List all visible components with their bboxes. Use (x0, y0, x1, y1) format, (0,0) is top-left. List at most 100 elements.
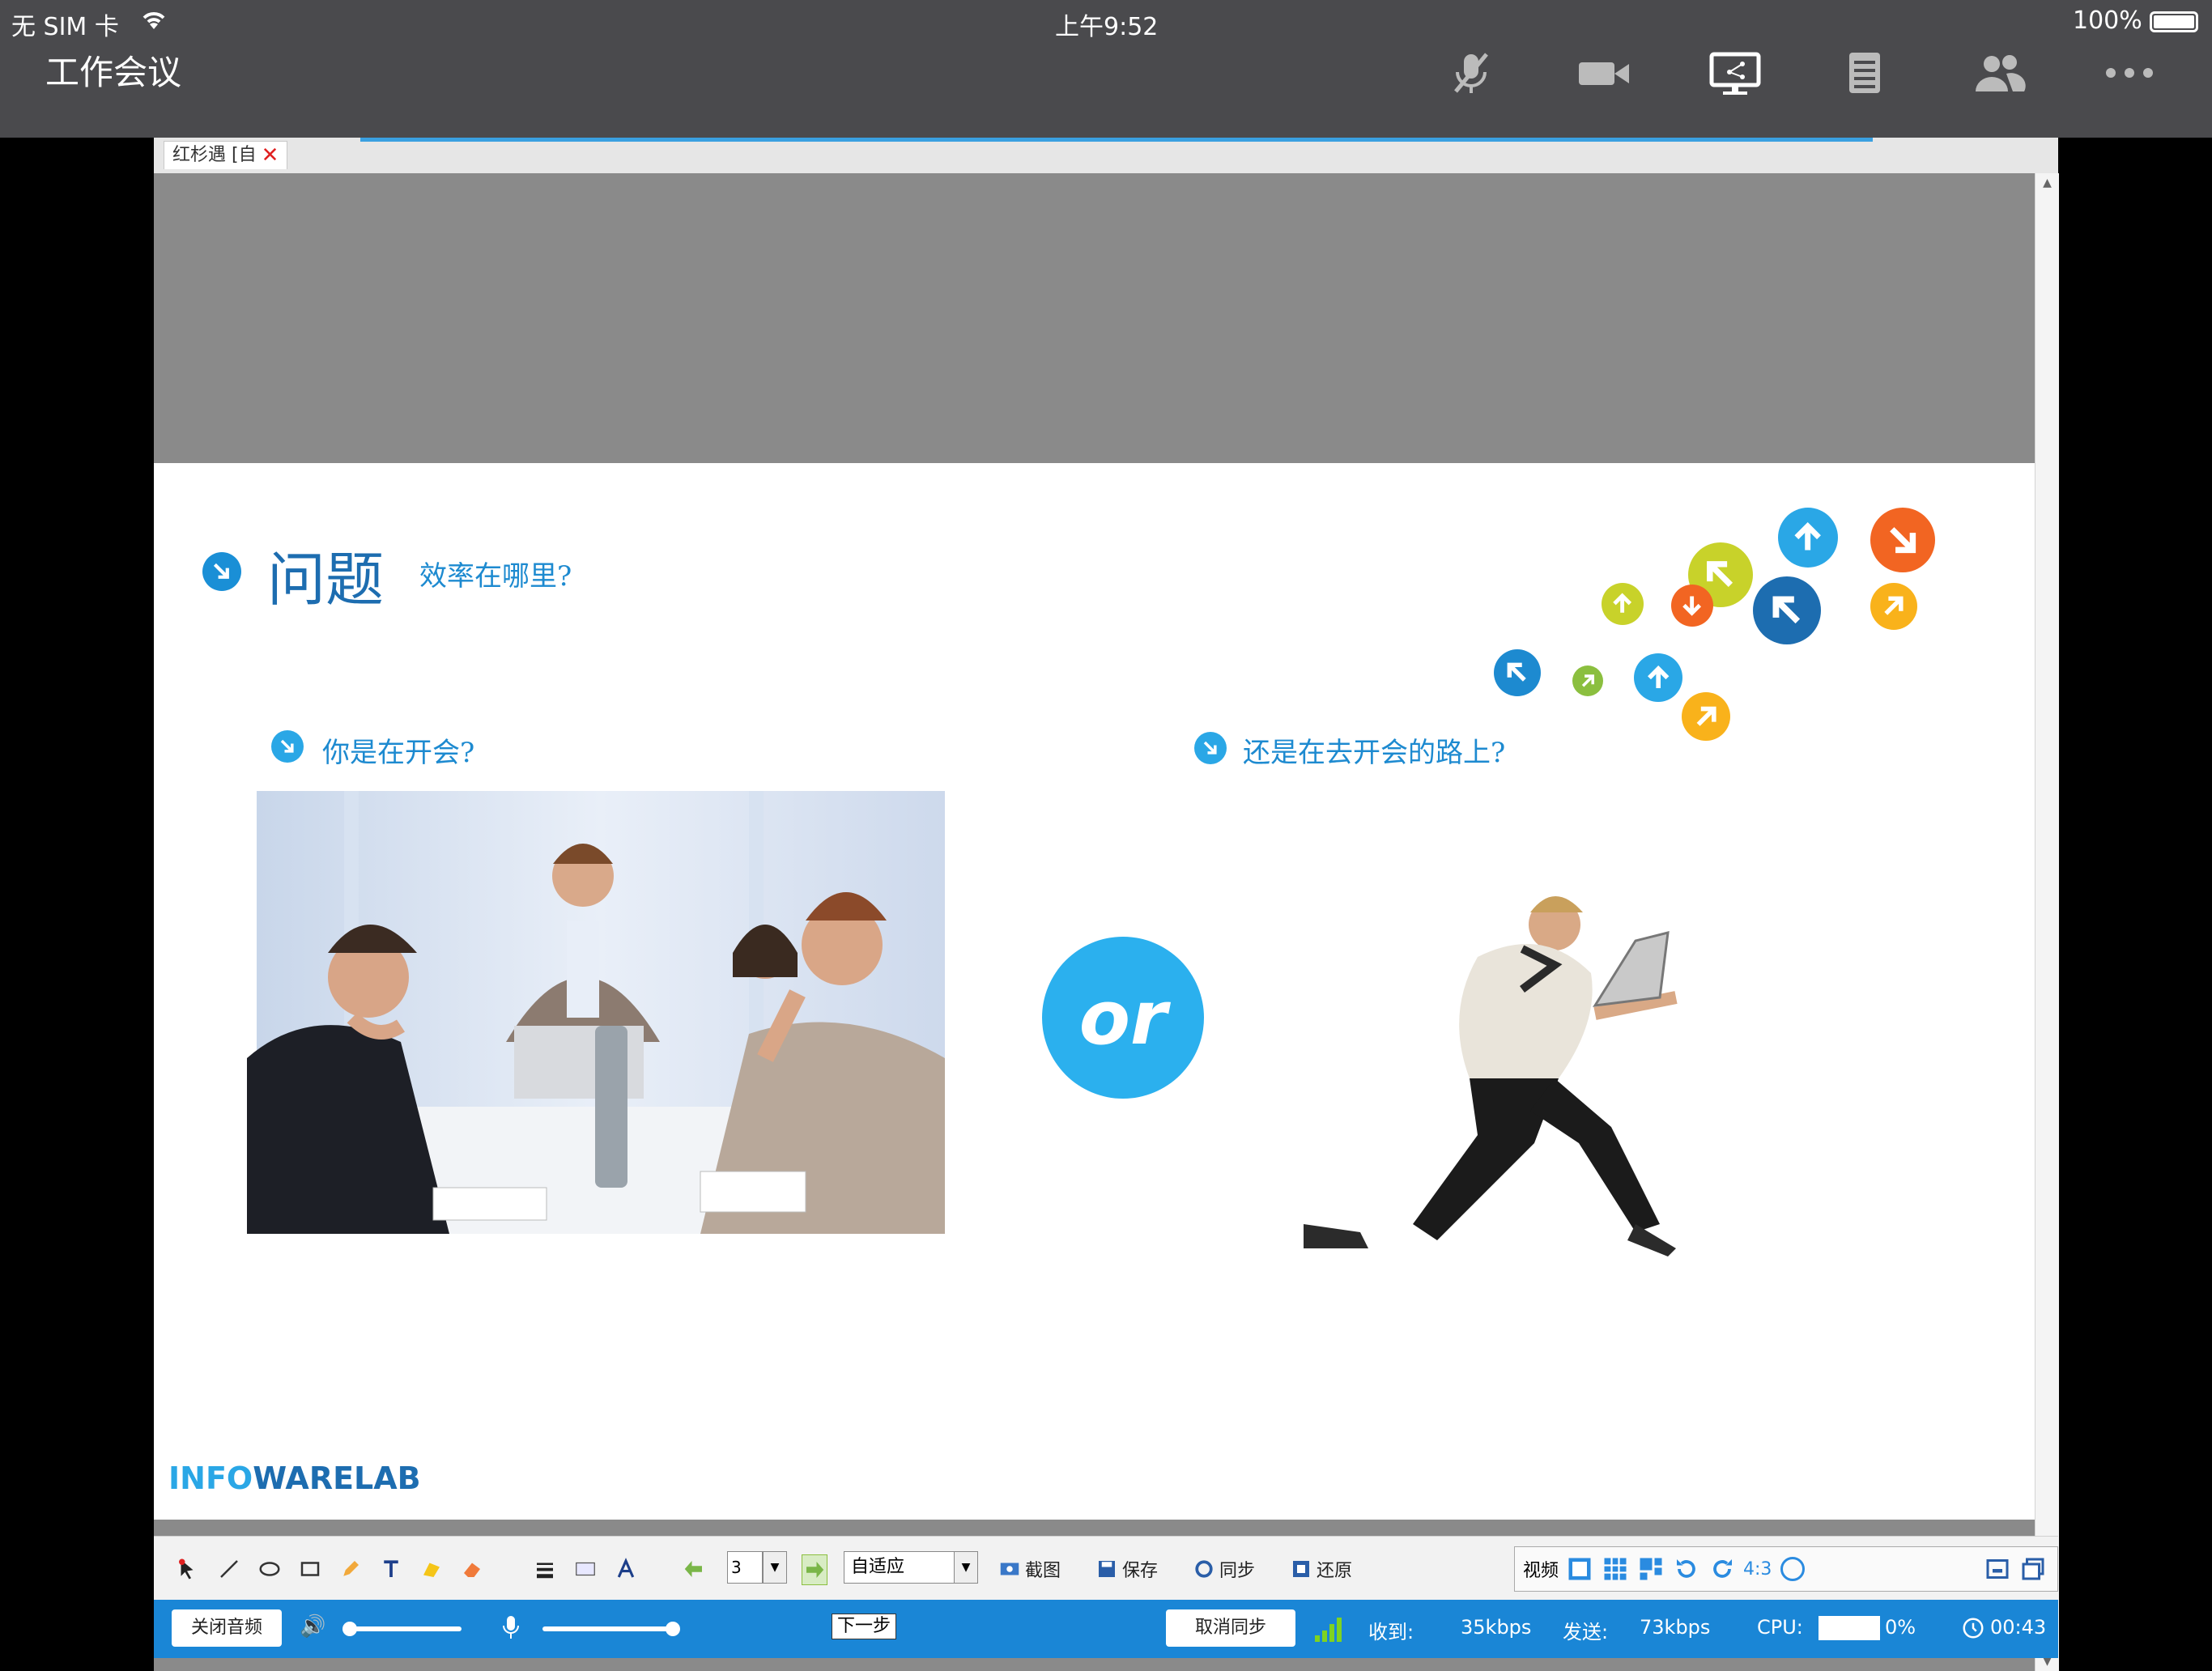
page-dropdown-icon[interactable]: ▼ (763, 1551, 787, 1584)
scroll-up-icon[interactable]: ▲ (2035, 173, 2059, 193)
view-controls: 视频 4:3 (1514, 1546, 2058, 1592)
title-bullet-icon (202, 552, 241, 591)
restore-window-icon[interactable] (2018, 1554, 2048, 1584)
wifi-icon (138, 8, 170, 36)
save-button[interactable]: 保存 (1095, 1554, 1158, 1584)
cancel-sync-button[interactable]: 取消同步 (1166, 1609, 1295, 1647)
cpu-value: 0% (1885, 1616, 1916, 1639)
arrow-up-right-yellow-icon (1682, 692, 1730, 741)
restore-icon (1293, 1561, 1309, 1577)
sync-label: 同步 (1219, 1561, 1256, 1581)
carrier-label: 无 SIM 卡 (11, 13, 119, 41)
more-icon[interactable] (2093, 49, 2166, 97)
line-width-icon[interactable] (533, 1554, 557, 1584)
arrow-up-left-blue-icon (1494, 649, 1541, 696)
or-circle: or (1042, 937, 1204, 1099)
next-page-icon[interactable] (802, 1554, 827, 1585)
eraser-tool-icon[interactable] (460, 1554, 484, 1584)
arrow-up-icon (1778, 508, 1838, 568)
rotate-right-icon[interactable] (1708, 1554, 1737, 1584)
screen-share-icon[interactable] (1699, 49, 1772, 97)
left-question-bullet-icon (271, 730, 304, 763)
send-label: 发送: (1563, 1621, 1609, 1643)
font-tool-icon[interactable] (614, 1554, 638, 1584)
speaker-volume-knob[interactable] (342, 1622, 357, 1636)
screenshot-button[interactable]: 截图 (998, 1554, 1061, 1584)
vertical-scrollbar[interactable]: ▲ ▼ (2035, 173, 2059, 1671)
clock-icon (1961, 1616, 1985, 1643)
screenshot-label: 截图 (1025, 1561, 1061, 1581)
logo-part2: WARELAB (253, 1461, 421, 1496)
slide-title: 问题 (267, 546, 385, 614)
arrow-up-right-tiny-icon (1572, 665, 1603, 696)
ellipse-tool-icon[interactable] (257, 1554, 282, 1584)
slide: 问题 效率在哪里? 你是在开会? 还是在去开会的路上? or INFOWAREL… (154, 463, 2035, 1520)
running-man-image (1304, 896, 1678, 1256)
left-question: 你是在开会? (322, 737, 475, 769)
close-tab-icon[interactable]: ✕ (262, 142, 279, 169)
clock-label: 上午9:52 (1055, 13, 1159, 41)
arrow-down-small-orange-icon (1671, 585, 1713, 627)
rotate-left-icon[interactable] (1672, 1554, 1701, 1584)
cpu-label: CPU: (1757, 1616, 1803, 1639)
elapsed-time: 00:43 (1990, 1616, 2047, 1639)
save-label: 保存 (1122, 1561, 1159, 1581)
pencil-tool-icon[interactable] (338, 1554, 363, 1584)
arrow-up-right-icon (1870, 583, 1917, 630)
fit-icon[interactable] (1778, 1554, 1807, 1584)
right-question: 还是在去开会的路上? (1243, 737, 1506, 769)
single-view-icon[interactable] (1565, 1554, 1594, 1584)
highlighter-tool-icon[interactable] (419, 1554, 444, 1584)
line-tool-icon[interactable] (217, 1554, 241, 1584)
document-canvas: 问题 效率在哪里? 你是在开会? 还是在去开会的路上? or INFOWAREL… (154, 173, 2035, 1671)
app-title: 工作会议 (45, 53, 182, 92)
document-tab[interactable]: 红杉遇 [自 ✕ (164, 141, 288, 169)
screenshot-icon (1000, 1563, 1019, 1575)
pointer-tool-icon[interactable] (175, 1554, 199, 1584)
shared-document-window: 红杉遇 [自 ✕ 问题 效率在哪里? 你是在开会? 还是在去开会的路上? or … (154, 138, 2059, 1671)
battery-label: 100% (2073, 6, 2142, 35)
arrow-up-small-green-icon (1602, 583, 1644, 625)
text-tool-icon[interactable] (379, 1554, 403, 1584)
zoom-select[interactable]: 自适应 (844, 1551, 955, 1584)
next-step-tooltip: 下一步 (832, 1614, 897, 1639)
minimize-window-icon[interactable] (1983, 1554, 2012, 1584)
document-icon[interactable] (1828, 49, 1901, 97)
mic-volume-slider[interactable] (542, 1626, 672, 1631)
load-progress-bar (360, 138, 1873, 142)
rectangle-tool-icon[interactable] (298, 1554, 322, 1584)
zoom-dropdown-icon[interactable]: ▼ (954, 1551, 978, 1584)
close-audio-button[interactable]: 关闭音频 (172, 1609, 282, 1647)
microphone-icon[interactable] (502, 1614, 520, 1643)
restore-label: 还原 (1317, 1561, 1353, 1581)
page-number-input[interactable]: 3 (727, 1551, 763, 1584)
document-tab-label: 红杉遇 [自 (172, 145, 257, 165)
battery-icon (2150, 11, 2198, 32)
prev-page-icon[interactable] (682, 1554, 706, 1584)
meeting-status-bar: 关闭音频 🔊 取消同步 收到: 35kbps 发送: 73kbps CPU: 0… (154, 1600, 2058, 1658)
send-value: 73kbps (1640, 1616, 1711, 1639)
speaker-volume-slider[interactable] (348, 1626, 462, 1631)
mic-volume-knob[interactable] (666, 1622, 680, 1636)
color-picker-icon[interactable] (573, 1554, 598, 1584)
annotation-toolbar: 3 ▼ 自适应 ▼ 截图 保存 同步 还原 视频 4:3 (154, 1536, 2058, 1601)
document-tab-bar: 红杉遇 [自 ✕ (154, 138, 2058, 174)
participants-icon[interactable] (1963, 49, 2035, 97)
sync-button[interactable]: 同步 (1192, 1554, 1255, 1584)
save-icon (1099, 1561, 1115, 1577)
restore-button[interactable]: 还原 (1289, 1554, 1352, 1584)
sync-icon (1195, 1560, 1213, 1578)
speaker-icon[interactable]: 🔊 (300, 1614, 325, 1639)
grid-view-icon[interactable] (1601, 1554, 1630, 1584)
arrow-up-blue-icon (1634, 653, 1682, 702)
right-question-bullet-icon (1194, 732, 1227, 764)
aspect-ratio-label[interactable]: 4:3 (1743, 1559, 1772, 1580)
layout-view-icon[interactable] (1636, 1554, 1665, 1584)
video-label[interactable]: 视频 (1523, 1556, 1559, 1582)
video-camera-icon[interactable] (1568, 49, 1640, 97)
arrow-down-right-icon (1870, 508, 1935, 572)
top-bar: 无 SIM 卡 上午9:52 100% 工作会议 (0, 0, 2212, 138)
mic-muted-icon[interactable] (1435, 49, 1508, 97)
meeting-photo (247, 791, 945, 1234)
cpu-meter (1819, 1616, 1880, 1640)
